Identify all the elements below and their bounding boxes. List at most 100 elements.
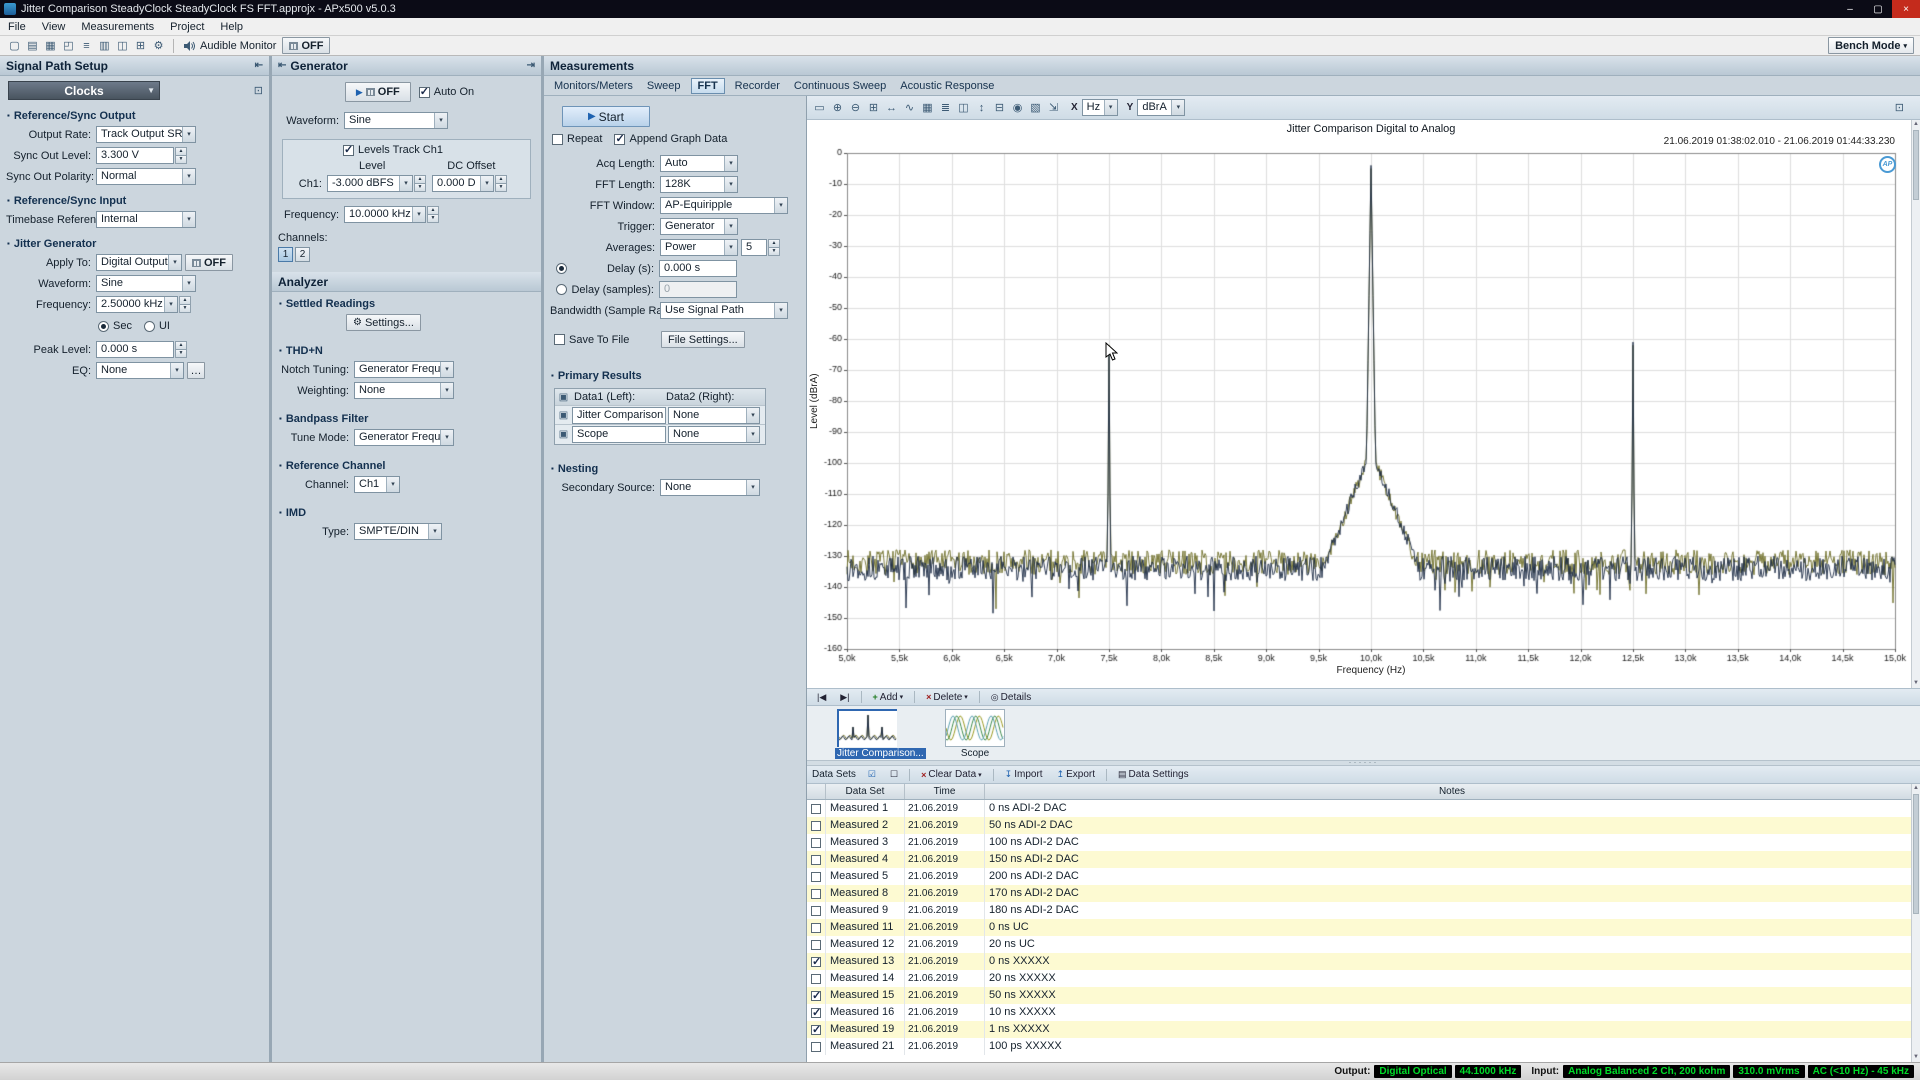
dataset-notes-cell[interactable]: 20 ns UC	[985, 936, 1920, 953]
clear-data-button[interactable]: × Clear Data ▾	[915, 767, 988, 782]
channel-2-button[interactable]: 2	[295, 247, 310, 262]
save-project-icon[interactable]: ▦	[42, 38, 59, 54]
dataset-checkbox[interactable]	[811, 871, 821, 882]
scroll-up-icon[interactable]: ▲	[1912, 120, 1920, 129]
weighting-select[interactable]: None ▾	[354, 382, 454, 399]
start-button[interactable]: ▶ Start	[562, 106, 650, 127]
autoscale-icon[interactable]: ↕	[973, 100, 990, 116]
import-button[interactable]: ↧ Import	[999, 767, 1049, 782]
menu-help[interactable]: Help	[212, 18, 251, 36]
ch1-dc-offset-select[interactable]: 0.000 D ▾	[432, 175, 494, 192]
data-settings-button[interactable]: ▤ Data Settings	[1112, 767, 1195, 782]
tab-recorder[interactable]: Recorder	[731, 79, 784, 93]
menu-file[interactable]: File	[0, 18, 34, 36]
thumbnail-scope[interactable]: Scope	[943, 709, 1007, 762]
dataset-notes-cell[interactable]: 50 ns XXXXX	[985, 987, 1920, 1004]
delay-s-field[interactable]: 0.000 s	[659, 260, 737, 277]
secondary-source-select[interactable]: None ▾	[660, 479, 760, 496]
tune-mode-select[interactable]: Generator Frequency ▾	[354, 429, 454, 446]
fft-spectrum-canvas[interactable]	[807, 120, 1910, 688]
dataset-checkbox[interactable]	[811, 1023, 821, 1036]
auto-on-checkbox[interactable]	[418, 85, 430, 98]
split-view-icon[interactable]: ◫	[955, 100, 972, 116]
tab-sweep[interactable]: Sweep	[643, 79, 685, 93]
table-row[interactable]: Measured 1521.06.2019 01:41:5050 ns XXXX…	[807, 987, 1920, 1004]
dataset-checkbox[interactable]	[811, 989, 821, 1002]
export-button[interactable]: ↥ Export	[1051, 767, 1101, 782]
delay-samples-field[interactable]: 0	[659, 281, 737, 298]
dataset-checkbox[interactable]	[811, 803, 821, 814]
peak-level-field[interactable]: 0.000 s	[96, 341, 174, 358]
collapse-left-icon[interactable]: ⇤	[278, 60, 286, 71]
dataset-notes-cell[interactable]: 1 ns XXXXX	[985, 1021, 1920, 1038]
report-icon[interactable]: ▥	[96, 38, 113, 54]
generator-frequency-select[interactable]: 10.0000 kHz ▾	[344, 206, 426, 223]
scroll-up-icon[interactable]: ▲	[1912, 784, 1920, 793]
last-graph-button[interactable]: ▶|	[834, 690, 855, 705]
menu-view[interactable]: View	[34, 18, 74, 36]
open-project-icon[interactable]: ▤	[24, 38, 41, 54]
check-all-button[interactable]: ☑	[862, 767, 882, 782]
sync-out-level-spinner[interactable]: ▲ ▼	[175, 147, 187, 164]
expand-panel-icon[interactable]: ⊡	[254, 84, 263, 97]
data2-result-select[interactable]: None ▾	[668, 406, 760, 424]
ch1-level-select[interactable]: -3.000 dBFS ▾	[327, 175, 413, 192]
maximize-button[interactable]: ▢	[1864, 0, 1892, 18]
sync-out-polarity-select[interactable]: Normal ▾	[96, 168, 196, 185]
table-row[interactable]: Measured 1621.06.2019 01:42:3310 ns XXXX…	[807, 1004, 1920, 1021]
sync-out-level-field[interactable]: 3.300 V	[96, 147, 174, 164]
y-unit-select[interactable]: dBrA ▾	[1137, 99, 1186, 116]
data-table-icon[interactable]: ≣	[937, 100, 954, 116]
scroll-down-icon[interactable]: ▼	[1912, 1053, 1920, 1062]
grid-icon[interactable]: ▦	[919, 100, 936, 116]
spinner-down-icon[interactable]: ▼	[179, 304, 191, 313]
jitter-frequency-spinner[interactable]: ▲ ▼	[179, 296, 191, 313]
bench-mode-button[interactable]: Bench Mode ▾	[1828, 37, 1914, 54]
tab-monitors-meters[interactable]: Monitors/Meters	[550, 79, 637, 93]
dataset-notes-cell[interactable]: 100 ns ADI-2 DAC	[985, 834, 1920, 851]
averages-count-field[interactable]: 5	[741, 239, 767, 256]
spinner-down-icon[interactable]: ▼	[495, 183, 507, 192]
spinner-down-icon[interactable]: ▼	[768, 247, 780, 256]
table-row[interactable]: Measured 1321.06.2019 01:38:020 ns XXXXX	[807, 953, 1920, 970]
dataset-checkbox[interactable]	[811, 888, 821, 899]
dataset-notes-cell[interactable]: 200 ns ADI-2 DAC	[985, 868, 1920, 885]
datasets-vertical-scrollbar[interactable]: ▲ ▼	[1911, 784, 1920, 1062]
dataset-notes-cell[interactable]: 150 ns ADI-2 DAC	[985, 851, 1920, 868]
add-graph-button[interactable]: + Add ▾	[867, 690, 910, 705]
jitter-waveform-select[interactable]: Sine ▾	[96, 275, 196, 292]
save-to-file-checkbox[interactable]	[554, 334, 565, 345]
table-row[interactable]: Measured 1421.06.2019 01:38:4120 ns XXXX…	[807, 970, 1920, 987]
notes-column-header[interactable]: Notes	[985, 784, 1920, 799]
export-graph-icon[interactable]: ⇲	[1045, 100, 1062, 116]
graph-vertical-scrollbar[interactable]: ▲ ▼	[1911, 120, 1920, 688]
pointer-icon[interactable]: ▭	[811, 100, 828, 116]
axes-setup-icon[interactable]: ⊟	[991, 100, 1008, 116]
reference-channel-select[interactable]: Ch1 ▾	[354, 476, 400, 493]
dataset-checkbox[interactable]	[811, 837, 821, 848]
scroll-down-icon[interactable]: ▼	[1912, 679, 1920, 688]
output-rate-select[interactable]: Track Output SR ▾	[96, 126, 196, 143]
generator-off-button[interactable]: ▶ OFF	[344, 82, 411, 102]
jitter-off-button[interactable]: OFF	[185, 254, 233, 271]
dataset-checkbox[interactable]	[811, 922, 821, 933]
averages-count-spinner[interactable]: ▲ ▼	[768, 239, 780, 256]
dataset-checkbox[interactable]	[811, 854, 821, 865]
table-row[interactable]: Measured 1921.06.2019 01:44:331 ns XXXXX	[807, 1021, 1920, 1038]
fft-length-select[interactable]: 128K ▾	[660, 176, 738, 193]
menu-measurements[interactable]: Measurements	[73, 18, 162, 36]
new-project-icon[interactable]: ▢	[6, 38, 23, 54]
table-row[interactable]: Measured 521.06.2019 01:02:11200 ns ADI-…	[807, 868, 1920, 885]
scope-data2-select[interactable]: None ▾	[668, 426, 760, 443]
imd-type-select[interactable]: SMPTE/DIN ▾	[354, 523, 442, 540]
settings-icon[interactable]: ⚙	[150, 38, 167, 54]
generator-waveform-select[interactable]: Sine ▾	[344, 112, 448, 129]
peak-level-spinner[interactable]: ▲ ▼	[175, 341, 187, 358]
close-button[interactable]: ×	[1892, 0, 1920, 18]
scope-result-field[interactable]: Scope	[572, 426, 666, 443]
spinner-down-icon[interactable]: ▼	[175, 155, 187, 164]
file-settings-button[interactable]: File Settings...	[661, 331, 745, 348]
first-graph-button[interactable]: |◀	[811, 690, 832, 705]
dataset-checkbox[interactable]	[811, 1041, 821, 1052]
trigger-select[interactable]: Generator ▾	[660, 218, 738, 235]
